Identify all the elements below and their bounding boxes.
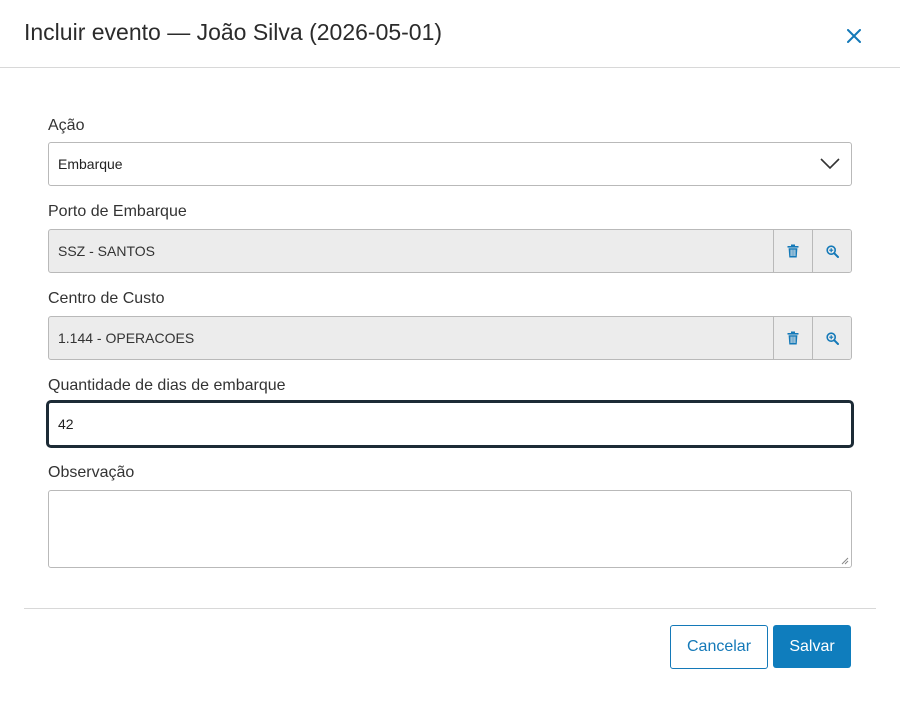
centro-custo-value: 1.144 - OPERACOES (58, 330, 195, 346)
cancel-button[interactable]: Cancelar (670, 625, 768, 669)
centro-custo-clear-button[interactable] (773, 317, 812, 359)
trash-icon (787, 331, 799, 345)
close-button[interactable] (840, 22, 868, 50)
zoom-in-icon (825, 244, 839, 258)
save-button[interactable]: Salvar (773, 625, 851, 668)
observacao-label: Observação (48, 464, 135, 481)
quantidade-dias-label: Quantidade de dias de embarque (48, 377, 286, 394)
centro-custo-lookup-field: 1.144 - OPERACOES (48, 316, 852, 360)
acao-select[interactable]: Embarque (48, 142, 852, 186)
dialog-header: Incluir evento — João Silva (2026-05-01) (0, 0, 900, 68)
quantidade-dias-value: 42 (58, 416, 74, 432)
porto-lookup-field: SSZ - SANTOS (48, 229, 852, 273)
quantidade-dias-input[interactable]: 42 (47, 401, 853, 447)
observacao-textarea[interactable] (48, 490, 852, 568)
footer-divider (24, 608, 876, 609)
centro-custo-label: Centro de Custo (48, 290, 165, 307)
acao-label: Ação (48, 117, 85, 134)
dialog-title: Incluir evento — João Silva (2026-05-01) (24, 19, 443, 45)
resize-grip-icon[interactable] (841, 557, 849, 565)
porto-value: SSZ - SANTOS (58, 243, 155, 259)
include-event-dialog: Incluir evento — João Silva (2026-05-01)… (0, 0, 900, 709)
zoom-in-icon (825, 331, 839, 345)
centro-custo-search-button[interactable] (812, 317, 851, 359)
porto-label: Porto de Embarque (48, 203, 187, 220)
chevron-down-icon (820, 158, 840, 170)
acao-selected-value: Embarque (58, 156, 123, 172)
close-icon (847, 29, 861, 43)
porto-search-button[interactable] (812, 230, 851, 272)
porto-clear-button[interactable] (773, 230, 812, 272)
trash-icon (787, 244, 799, 258)
